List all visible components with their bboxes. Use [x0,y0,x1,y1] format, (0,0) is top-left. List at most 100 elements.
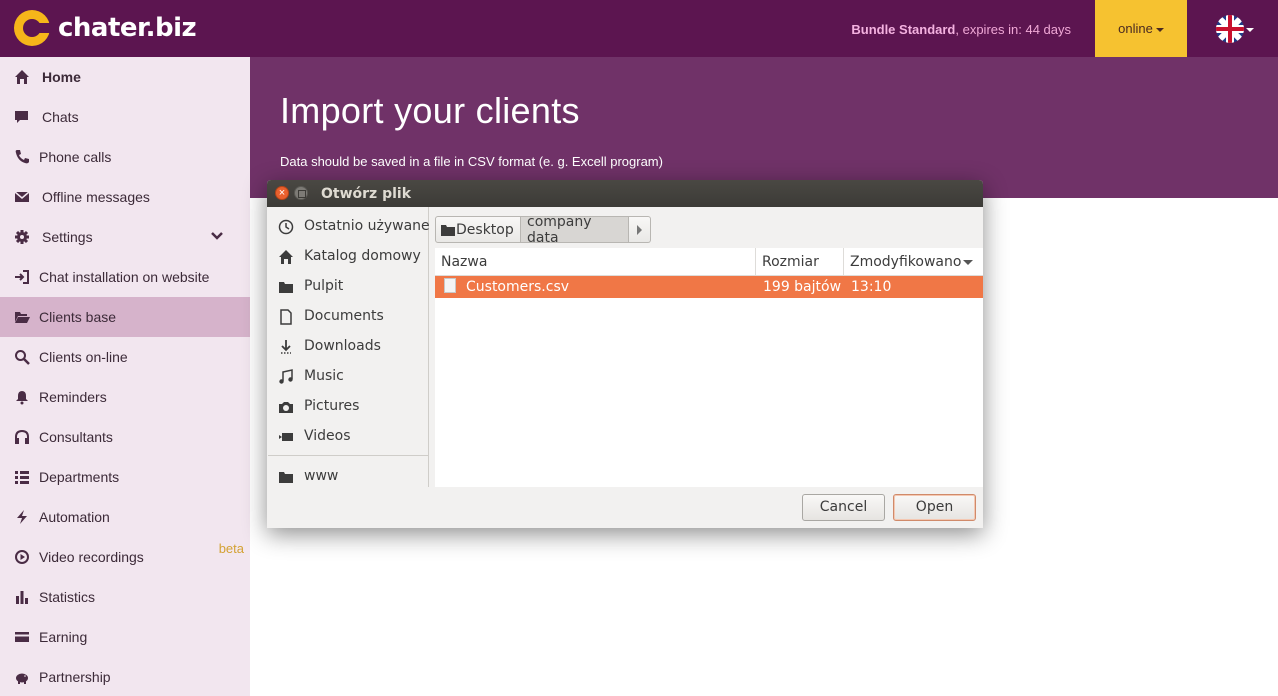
chevron-down-icon[interactable] [210,229,224,243]
bolt-icon [17,510,27,524]
document-icon [280,309,292,325]
column-header-label: Zmodyfikowano [850,254,962,270]
download-icon [281,340,291,354]
sidebar-item-chat-installation[interactable]: Chat installation on website [0,257,250,297]
sidebar-item-label: Clients on-line [39,349,128,365]
column-header-size[interactable]: Rozmiar [756,248,844,276]
column-header-modified[interactable]: Zmodyfikowano [844,248,983,276]
caret-down-icon [1155,27,1164,32]
dialog-title: Otwórz plik [321,186,412,202]
chater-logo-icon [14,10,50,46]
place-label: Music [304,368,344,384]
sidebar: Home Chats Phone calls Offline messages … [0,57,250,696]
sidebar-item-label: Settings [42,229,93,245]
sidebar-item-consultants[interactable]: Consultants [0,417,250,457]
places-sidebar: Ostatnio używane Katalog domowy Pulpit D… [268,207,430,487]
sidebar-item-label: Home [42,69,81,85]
place-videos[interactable]: Videos [268,421,429,451]
file-list: Nazwa Rozmiar Zmodyfikowano Customers.cs… [435,248,983,487]
sidebar-item-automation[interactable]: Automation [0,497,250,537]
place-label: Downloads [304,338,381,354]
bar-chart-icon [16,591,28,604]
beta-badge: beta [218,541,244,556]
minimize-icon[interactable] [294,186,308,200]
chat-bubble-icon [15,111,28,123]
path-bar: Desktop company data [435,213,651,246]
sidebar-item-statistics[interactable]: Statistics [0,577,250,617]
home-icon [279,250,293,264]
bell-icon [16,391,28,405]
sidebar-item-phone-calls[interactable]: Phone calls [0,137,250,177]
sidebar-item-video-recordings[interactable]: Video recordings beta [0,537,250,577]
piggy-bank-icon [16,673,28,684]
sidebar-item-chats[interactable]: Chats [0,97,250,137]
path-forward-button[interactable] [629,216,651,243]
text-file-icon [444,278,456,293]
place-label: Documents [304,308,384,324]
sidebar-item-label: Offline messages [42,189,150,205]
sidebar-item-departments[interactable]: Departments [0,457,250,497]
place-label: Pulpit [304,278,344,294]
sidebar-item-clients-online[interactable]: Clients on-line [0,337,250,377]
sort-descending-icon [963,260,973,265]
place-label: Videos [304,428,351,444]
sidebar-item-label: Automation [39,509,110,525]
folder-icon [441,224,455,236]
open-button[interactable]: Open [893,494,976,521]
brand-logo[interactable]: chater.biz [14,10,197,46]
path-label: company data [527,213,592,246]
place-desktop[interactable]: Pulpit [268,271,429,301]
place-label: Katalog domowy [304,248,421,264]
sidebar-item-reminders[interactable]: Reminders [0,377,250,417]
top-bar: chater.biz Bundle Standard, expires in: … [0,0,1278,57]
sidebar-item-clients-base[interactable]: Clients base [0,297,250,337]
status-label: online [1118,21,1153,36]
sidebar-item-label: Reminders [39,389,107,405]
close-icon[interactable]: × [275,186,289,200]
sidebar-item-label: Clients base [39,309,117,325]
list-icon [15,471,29,484]
place-recent[interactable]: Ostatnio używane [268,211,430,241]
path-button-desktop[interactable]: Desktop [435,216,521,243]
folder-icon [279,282,293,293]
home-icon [15,70,29,84]
sidebar-item-label: Phone calls [39,149,112,165]
camera-icon [279,402,293,413]
sidebar-item-offline-messages[interactable]: Offline messages [0,177,250,217]
brand-name: chater.biz [58,13,197,43]
sidebar-item-label: Partnership [39,669,111,685]
place-music[interactable]: Music [268,361,429,391]
sidebar-item-label: Statistics [39,589,96,605]
sidebar-item-label: Earning [39,629,88,645]
sidebar-item-home[interactable]: Home [0,57,250,97]
place-downloads[interactable]: Downloads [268,331,429,361]
sidebar-item-label: Video recordings [39,549,144,565]
cancel-button[interactable]: Cancel [802,494,885,521]
sidebar-item-partnership[interactable]: Partnership [0,657,250,696]
place-www[interactable]: www [268,461,429,491]
column-header-name[interactable]: Nazwa [435,248,756,276]
language-caret-icon[interactable] [1246,28,1254,32]
sidebar-item-settings[interactable]: Settings [0,217,250,257]
page-header: Import your clients Data should be saved… [250,57,1278,198]
dialog-titlebar[interactable]: × Otwórz plik [267,180,983,207]
phone-icon [15,150,29,164]
sidebar-item-earning[interactable]: Earning [0,617,250,657]
music-icon [279,369,293,384]
page-subtitle: Data should be saved in a file in CSV fo… [280,154,663,169]
bundle-expiry: , expires in: 44 days [955,22,1071,37]
status-dropdown[interactable]: online [1095,0,1187,57]
folder-icon [279,472,293,483]
place-home[interactable]: Katalog domowy [268,241,429,271]
bundle-info: Bundle Standard, expires in: 44 days [851,22,1071,37]
video-icon [279,433,293,441]
search-icon [15,350,30,365]
place-pictures[interactable]: Pictures [268,391,429,421]
sidebar-item-label: Departments [39,469,120,485]
path-button-company-data[interactable]: company data [521,213,629,246]
file-size: 199 bajtów [763,279,842,295]
uk-flag-icon[interactable] [1216,15,1244,43]
place-documents[interactable]: Documents [268,301,429,331]
file-row[interactable]: Customers.csv 199 bajtów 13:10 [435,276,983,298]
sidebar-item-label: Chats [42,109,79,125]
